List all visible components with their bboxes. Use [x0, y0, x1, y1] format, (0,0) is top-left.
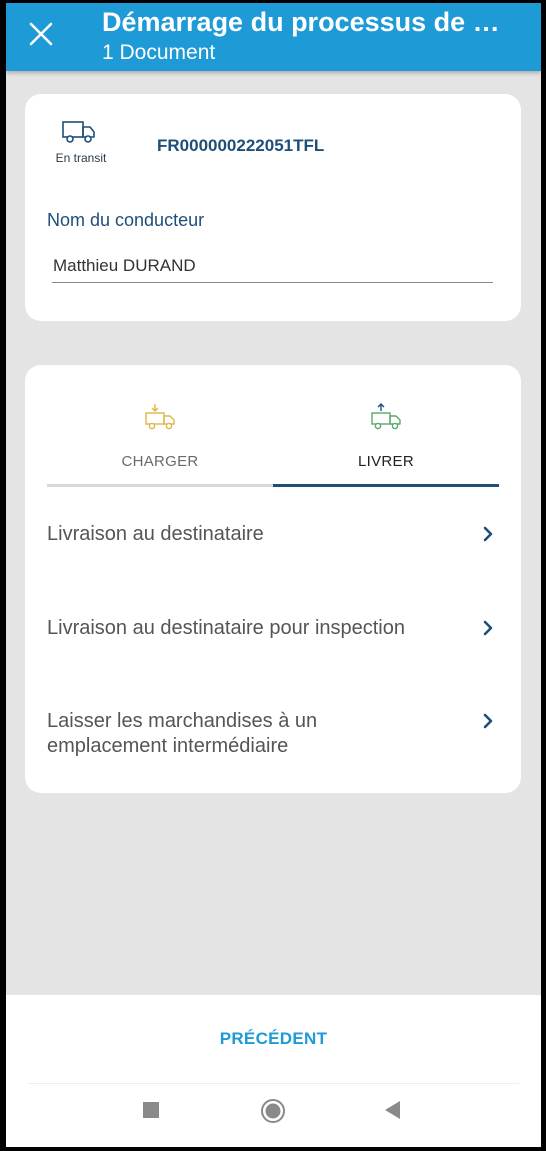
option-emplacement-intermediaire[interactable]: Laisser les marchandises à un emplacemen… — [47, 709, 499, 759]
home-icon[interactable] — [260, 1098, 286, 1124]
app-screen: Démarrage du processus de si... 1 Docume… — [6, 3, 541, 1147]
chevron-right-icon — [483, 620, 493, 636]
truck-icon — [62, 121, 95, 143]
option-label: Laisser les marchandises à un emplacemen… — [47, 710, 318, 757]
truck-load-icon — [145, 404, 175, 430]
tab-charger[interactable]: CHARGER — [47, 365, 273, 487]
option-label: Livraison au destinataire — [47, 523, 264, 545]
chevron-right-icon — [483, 526, 493, 542]
document-number: FR000000222051TFL — [157, 136, 325, 155]
app-bar: Démarrage du processus de si... 1 Docume… — [6, 3, 541, 71]
status-label: En transit — [55, 151, 107, 165]
truck-unload-icon — [371, 403, 401, 430]
option-label: Livraison au destinataire pour inspectio… — [47, 617, 405, 639]
driver-name-field[interactable] — [52, 250, 493, 283]
previous-button[interactable]: PRÉCÉDENT — [6, 1029, 541, 1049]
document-card: En transit FR000000222051TFL Nom du cond… — [25, 94, 521, 321]
driver-label: Nom du conducteur — [47, 210, 205, 230]
option-livraison-inspection[interactable]: Livraison au destinataire pour inspectio… — [47, 616, 499, 641]
tab-livrer[interactable]: LIVRER — [273, 365, 499, 487]
chevron-right-icon — [483, 713, 493, 729]
tab-livrer-label: LIVRER — [358, 453, 414, 470]
page-title: Démarrage du processus de si... — [102, 7, 507, 37]
footer-divider — [28, 1083, 519, 1084]
page-subtitle: 1 Document — [102, 41, 216, 64]
option-livraison-destinataire[interactable]: Livraison au destinataire — [47, 522, 499, 547]
recent-apps-icon[interactable] — [142, 1101, 160, 1119]
tab-active-indicator — [273, 484, 499, 487]
process-card: CHARGER LIVRER Livraison au destinataire… — [25, 365, 521, 793]
tab-charger-label: CHARGER — [121, 453, 199, 470]
tab-underline — [47, 484, 273, 487]
footer: PRÉCÉDENT — [6, 995, 541, 1147]
transit-status: En transit — [51, 118, 111, 165]
close-icon[interactable] — [28, 21, 54, 47]
back-icon[interactable] — [383, 1100, 403, 1120]
